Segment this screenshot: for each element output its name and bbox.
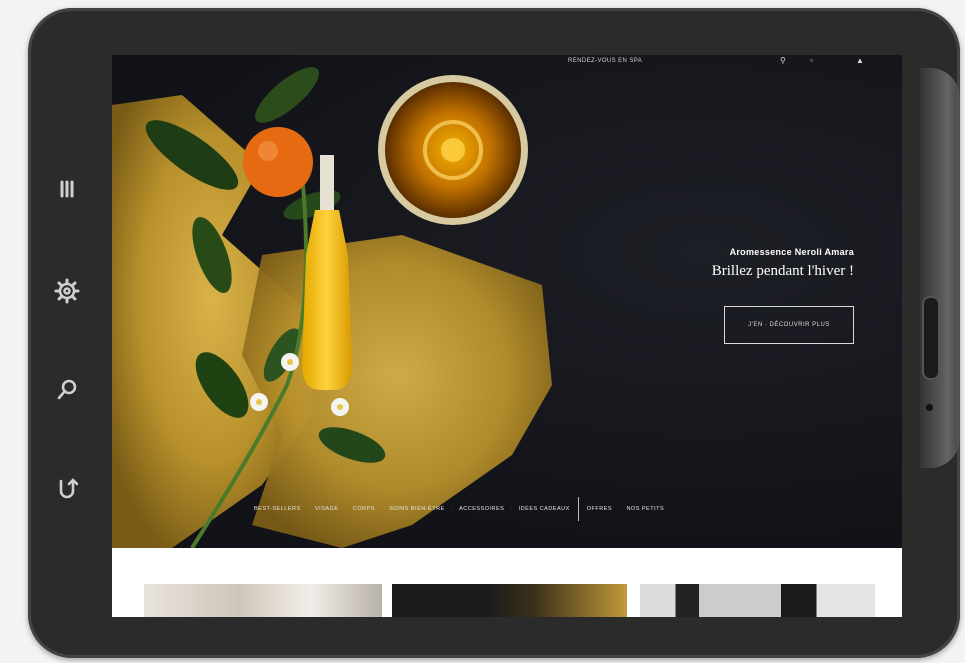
hero-image	[112, 67, 552, 548]
hero-banner: RENDEZ-VOUS EN SPA ⚲ ▫ ▲ Aromessence Ner…	[112, 55, 902, 548]
thumbnail-image[interactable]	[392, 584, 627, 617]
account-icon[interactable]: ▲	[856, 56, 864, 65]
nav-item[interactable]: IDÉES CADEAUX	[519, 506, 570, 512]
menu-icon[interactable]	[50, 172, 84, 206]
camera-dot	[926, 404, 933, 411]
hero-kicker: Aromessence Neroli Amara	[729, 247, 854, 257]
nav-item[interactable]: OFFRES	[587, 506, 612, 512]
spa-appointment-link[interactable]: RENDEZ-VOUS EN SPA	[568, 58, 642, 64]
search-icon[interactable]	[50, 373, 84, 407]
nav-item[interactable]: CORPS	[353, 506, 375, 512]
thumbnail-image[interactable]	[144, 584, 382, 617]
tablet-screen: RENDEZ-VOUS EN SPA ⚲ ▫ ▲ Aromessence Ner…	[112, 55, 902, 617]
nav-divider	[577, 497, 579, 521]
category-navigation: BEST-SELLERS · VISAGE · CORPS · SOINS BIEN-…	[254, 497, 664, 521]
nav-item[interactable]: NOS PETITS	[626, 506, 664, 512]
gear-icon[interactable]	[50, 274, 84, 308]
nav-item[interactable]: VISAGE	[315, 506, 338, 512]
nav-item[interactable]: SOINS BIEN-ÊTRE	[389, 506, 444, 512]
product-strip	[112, 548, 902, 617]
nav-item[interactable]: BEST-SELLERS	[254, 506, 301, 512]
undo-icon[interactable]	[50, 471, 84, 505]
thumbnail-image[interactable]	[640, 584, 875, 617]
cart-icon[interactable]: ▫	[810, 56, 813, 65]
discover-button[interactable]: J'EN · DÉCOUVRIR PLUS	[724, 306, 854, 344]
search-icon-top[interactable]: ⚲	[780, 56, 786, 65]
hero-title: Brillez pendant l'hiver !	[711, 263, 854, 279]
top-navigation: RENDEZ-VOUS EN SPA ⚲ ▫ ▲	[112, 55, 902, 69]
home-button[interactable]	[922, 296, 940, 380]
nav-item[interactable]: ACCESSOIRES	[459, 506, 504, 512]
hero-caption: Aromessence Neroli Amara Brillez pendant…	[712, 247, 854, 280]
